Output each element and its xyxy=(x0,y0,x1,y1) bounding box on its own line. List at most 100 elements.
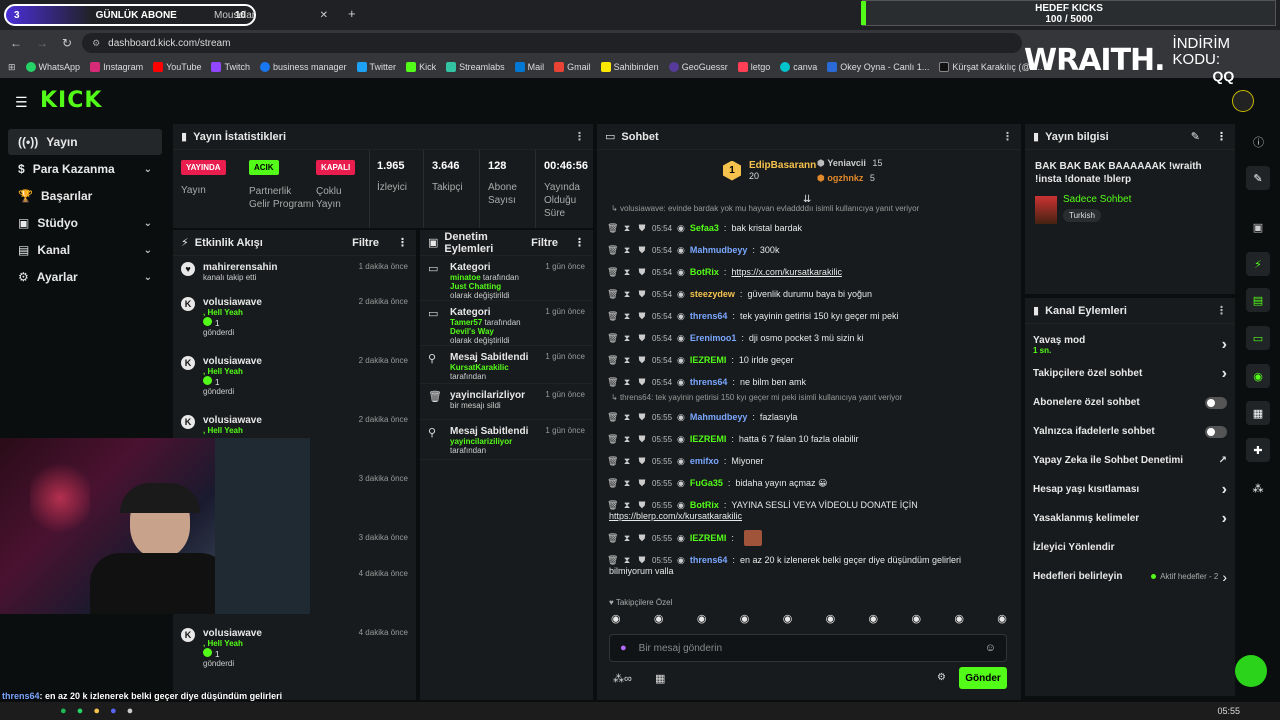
timeout-icon[interactable]: ⧗ xyxy=(622,267,632,278)
message-user[interactable]: threns64 xyxy=(690,311,728,321)
bookmark-business-manager[interactable]: business manager xyxy=(260,62,347,72)
support-chat-button[interactable] xyxy=(1235,655,1267,687)
message-user[interactable]: Erenimoo1 xyxy=(690,333,737,343)
timeout-icon[interactable]: ⧗ xyxy=(622,533,632,544)
delete-icon[interactable]: 🗑 xyxy=(607,500,618,511)
delete-icon[interactable]: 🗑 xyxy=(607,333,618,344)
emote-icon[interactable]: ◉ xyxy=(783,612,793,625)
emoji-icon[interactable]: ☺ xyxy=(985,642,996,654)
obs-icon[interactable]: ● xyxy=(127,705,134,717)
bookmark-sahibinden[interactable]: Sahibinden xyxy=(600,62,659,72)
message-user[interactable]: IEZREMI xyxy=(690,434,727,444)
document-icon[interactable]: ▤ xyxy=(1246,288,1270,312)
close-icon[interactable]: ✕ xyxy=(320,10,328,21)
timeout-icon[interactable]: ⧗ xyxy=(622,412,632,423)
timeout-icon[interactable]: ⧗ xyxy=(622,355,632,366)
sidebar-item-studyo[interactable]: ▣ Stüdyo ⌄ xyxy=(8,210,162,236)
chat-settings-icon[interactable]: ⚙ xyxy=(937,672,946,683)
timeout-icon[interactable]: ⧗ xyxy=(622,245,632,256)
channel-action-row[interactable]: Abonelere özel sohbet xyxy=(1025,388,1235,417)
emote-icon[interactable]: ◉ xyxy=(954,612,964,625)
discord-icon[interactable]: ● xyxy=(110,705,117,717)
url-field[interactable]: ⚙ dashboard.kick.com/stream xyxy=(82,33,1023,53)
bookmark-letgo[interactable]: letgo xyxy=(737,62,770,72)
filter-button[interactable]: Filtre xyxy=(352,237,379,249)
edit-icon[interactable]: ✎ xyxy=(1246,166,1270,190)
more-icon[interactable]: ⋮ xyxy=(1002,130,1013,143)
delete-icon[interactable]: 🗑 xyxy=(607,377,618,388)
chrome-icon[interactable]: ● xyxy=(93,705,100,717)
sidebar-item-para-kazanma[interactable]: $ Para Kazanma ⌄ xyxy=(8,156,162,182)
ban-icon[interactable]: ⛊ xyxy=(637,478,647,489)
ban-icon[interactable]: ⛊ xyxy=(637,456,647,467)
delete-icon[interactable]: 🗑 xyxy=(607,289,618,300)
ban-icon[interactable]: ⛊ xyxy=(637,355,647,366)
delete-icon[interactable]: 🗑 xyxy=(607,223,618,234)
timeout-icon[interactable]: ⧗ xyxy=(622,289,632,300)
emote-icon[interactable]: ◉ xyxy=(869,612,879,625)
timeout-icon[interactable]: ⧗ xyxy=(622,555,632,566)
wrench-icon[interactable]: ✚ xyxy=(1246,438,1270,462)
ban-icon[interactable]: ⛊ xyxy=(637,533,647,544)
ban-icon[interactable]: ⛊ xyxy=(637,377,647,388)
ban-icon[interactable]: ⛊ xyxy=(637,289,647,300)
bookmark-twitch[interactable]: Twitch xyxy=(211,62,250,72)
message-user[interactable]: Mahmudbeyy xyxy=(690,245,748,255)
reload-icon[interactable]: ↻ xyxy=(62,36,72,50)
delete-icon[interactable]: 🗑 xyxy=(607,311,618,322)
bookmark-canva[interactable]: canva xyxy=(780,62,817,72)
delete-icon[interactable]: 🗑 xyxy=(607,355,618,366)
channel-action-row[interactable]: Hesap yaşı kısıtlaması › xyxy=(1025,475,1235,504)
delete-icon[interactable]: 🗑 xyxy=(607,533,618,544)
timeout-icon[interactable]: ⧗ xyxy=(622,333,632,344)
tab-mouselar[interactable]: Mouselar ✕ xyxy=(186,4,336,26)
ban-icon[interactable]: ⛊ xyxy=(637,500,647,511)
more-icon[interactable]: ⋮ xyxy=(1216,130,1227,143)
timeout-icon[interactable]: ⧗ xyxy=(622,434,632,445)
timeout-icon[interactable]: ⧗ xyxy=(622,478,632,489)
emote-icon[interactable]: ◉ xyxy=(997,612,1007,625)
delete-icon[interactable]: 🗑 xyxy=(607,267,618,278)
timeout-icon[interactable]: ⧗ xyxy=(622,500,632,511)
message-user[interactable]: FuGa35 xyxy=(690,478,723,488)
menu-icon[interactable]: ☰ xyxy=(15,94,28,111)
emote-icon[interactable]: ◉ xyxy=(911,612,921,625)
forward-icon[interactable]: → xyxy=(36,36,48,50)
event-user[interactable]: volusiawave xyxy=(203,356,262,367)
more-icon[interactable]: ⋮ xyxy=(1216,304,1227,317)
new-tab-icon[interactable]: + xyxy=(348,6,356,21)
delete-icon[interactable]: 🗑 xyxy=(607,412,618,423)
message-user[interactable]: IEZREMI xyxy=(690,533,727,543)
delete-icon[interactable]: 🗑 xyxy=(607,478,618,489)
toggle-switch[interactable] xyxy=(1205,425,1227,438)
timeout-icon[interactable]: ⧗ xyxy=(622,223,632,234)
timeout-icon[interactable]: ⧗ xyxy=(622,311,632,322)
timeout-icon[interactable]: ⧗ xyxy=(622,377,632,388)
channel-action-row[interactable]: Hedefleri belirleyin Aktif hedefler - 2 › xyxy=(1025,562,1235,591)
capture-icon[interactable]: ▣ xyxy=(1246,215,1270,239)
send-button[interactable]: Gönder xyxy=(959,667,1007,689)
back-icon[interactable]: ← xyxy=(10,36,22,50)
kick-logo[interactable]: KICK xyxy=(40,88,102,113)
whatsapp-icon[interactable]: ● xyxy=(77,705,84,717)
message-user[interactable]: BotRix xyxy=(690,500,719,510)
event-user[interactable]: volusiawave xyxy=(203,628,262,639)
sidebar-item-ayarlar[interactable]: ⚙ Ayarlar ⌄ xyxy=(8,264,162,290)
event-user[interactable]: volusiawave xyxy=(203,415,262,426)
message-text[interactable]: https://x.com/kursatkarakilic xyxy=(731,267,842,277)
message-text-continued[interactable]: https://blerp.com/x/kursatkarakilic xyxy=(597,511,1021,527)
chat-icon[interactable]: ▭ xyxy=(1246,326,1270,350)
info-icon[interactable]: ⓘ xyxy=(1253,134,1264,150)
avatar[interactable] xyxy=(1232,90,1254,112)
chat-input[interactable]: ● Bir mesaj gönderin ☺ xyxy=(609,634,1007,662)
emote-icon[interactable]: ◉ xyxy=(654,612,664,625)
toggle-switch[interactable] xyxy=(1205,396,1227,409)
edit-icon[interactable]: ✎ xyxy=(1191,130,1200,143)
message-user[interactable]: IEZREMI xyxy=(690,355,727,365)
event-user[interactable]: volusiawave xyxy=(203,297,262,308)
bookmark-gmail[interactable]: Gmail xyxy=(554,62,591,72)
message-user[interactable]: Sefaa3 xyxy=(690,223,719,233)
bookmark-whatsapp[interactable]: WhatsApp xyxy=(25,62,80,72)
channel-action-row[interactable]: Yalnızca ifadelerle sohbet xyxy=(1025,417,1235,446)
emote-icon[interactable]: ◉ xyxy=(826,612,836,625)
